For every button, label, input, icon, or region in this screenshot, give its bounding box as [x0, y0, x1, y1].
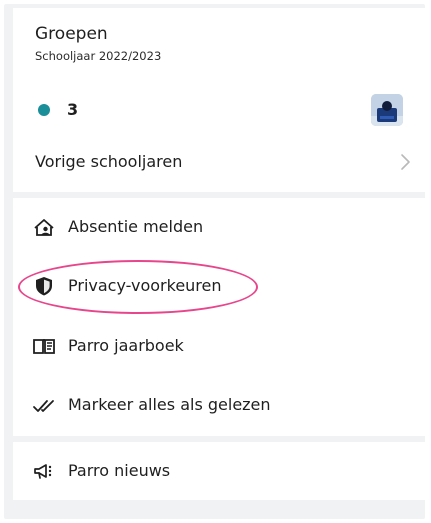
menu-item-label: Absentie melden	[68, 217, 204, 236]
megaphone-icon	[34, 464, 52, 479]
previous-school-years-link[interactable]: Vorige schooljaren	[13, 141, 426, 183]
menu-item-label: Privacy-voorkeuren	[68, 276, 222, 295]
groups-card: Groepen Schooljaar 2022/2023 3 Vorige sc…	[13, 8, 426, 192]
menu-item-parro-news[interactable]: Parro nieuws	[13, 450, 426, 492]
double-check-icon	[33, 400, 54, 412]
chevron-right-icon	[401, 154, 410, 170]
group-name: 3	[67, 100, 79, 119]
previous-school-years-label: Vorige schooljaren	[35, 152, 183, 171]
group-avatar[interactable]	[371, 94, 403, 126]
menu-item-label: Parro jaarboek	[68, 336, 184, 355]
school-year-label: Schooljaar 2022/2023	[35, 49, 162, 63]
menu-item-privacy[interactable]: Privacy-voorkeuren	[13, 265, 426, 307]
group-item[interactable]: 3	[13, 92, 426, 130]
menu-item-label: Markeer alles als gelezen	[68, 395, 271, 414]
absence-house-icon	[34, 219, 54, 236]
menu-item-yearbook[interactable]: Parro jaarboek	[13, 325, 426, 367]
news-card: Parro nieuws	[13, 442, 426, 500]
book-icon	[33, 339, 55, 354]
actions-card: Absentie melden Privacy-voorkeuren Parro…	[13, 198, 426, 436]
menu-item-absence[interactable]: Absentie melden	[13, 206, 426, 248]
groups-title: Groepen	[35, 24, 108, 44]
group-color-dot	[38, 104, 50, 116]
news-label: Parro nieuws	[68, 461, 171, 480]
menu-item-mark-all-read[interactable]: Markeer alles als gelezen	[13, 384, 426, 426]
shield-icon	[36, 277, 52, 296]
